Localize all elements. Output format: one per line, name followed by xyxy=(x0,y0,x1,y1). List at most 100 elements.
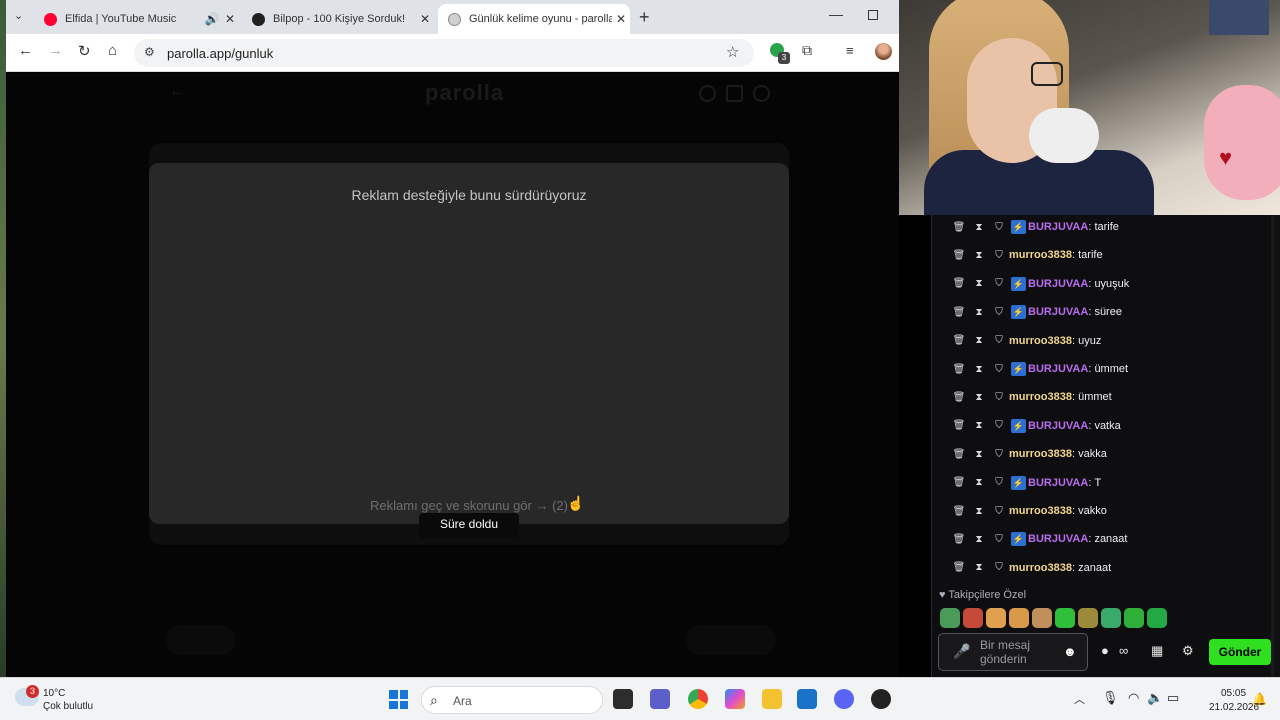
forward-arrow-icon[interactable]: → xyxy=(48,42,63,59)
weather-condition[interactable]: Çok bulutlu xyxy=(43,701,93,712)
timeout-hourglass-icon[interactable]: ⧗ xyxy=(969,477,989,488)
delete-icon[interactable]: 🗑 xyxy=(949,562,969,573)
timeout-hourglass-icon[interactable]: ⧗ xyxy=(969,506,989,517)
discord-icon[interactable] xyxy=(834,689,854,709)
chat-username[interactable]: murroo3838 xyxy=(1009,335,1072,347)
chat-scrollbar[interactable] xyxy=(1271,215,1274,677)
emoji-icon[interactable]: ☻ xyxy=(1063,644,1077,659)
taskbar-search[interactable]: ⌕ Ara xyxy=(421,686,603,714)
delete-icon[interactable]: 🗑 xyxy=(949,364,969,375)
emote-picker-icon[interactable]: ● xyxy=(1101,643,1109,658)
ban-shield-icon[interactable]: ⛉ xyxy=(989,307,1009,318)
copilot-icon[interactable] xyxy=(725,689,745,709)
chat-username[interactable]: BURJUVAA xyxy=(1028,533,1088,545)
tray-chevron-up-icon[interactable]: ︿ xyxy=(1074,691,1085,707)
settings-icon[interactable] xyxy=(753,85,770,102)
tab-youtube-music[interactable]: Elfida | YouTube Music 🔊 ✕ xyxy=(34,4,239,34)
gear-icon[interactable]: ⚙ xyxy=(1182,643,1194,659)
battery-icon[interactable]: ▭ xyxy=(1167,690,1179,706)
clock-time[interactable]: 05:05 xyxy=(1221,688,1246,699)
timeout-hourglass-icon[interactable]: ⧗ xyxy=(969,335,989,346)
site-info-icon[interactable]: ⚙ xyxy=(144,45,155,59)
ban-shield-icon[interactable]: ⛉ xyxy=(989,222,1009,233)
delete-icon[interactable]: 🗑 xyxy=(949,335,969,346)
chat-username[interactable]: murroo3838 xyxy=(1009,505,1072,517)
timeout-hourglass-icon[interactable]: ⧗ xyxy=(969,222,989,233)
maximize-icon[interactable] xyxy=(868,10,878,20)
chrome-icon[interactable] xyxy=(688,689,708,709)
notification-bell-icon[interactable]: 🔔 xyxy=(1252,692,1267,706)
file-explorer-icon[interactable] xyxy=(762,689,782,709)
store-icon[interactable] xyxy=(797,689,817,709)
ban-shield-icon[interactable]: ⛉ xyxy=(989,364,1009,375)
task-view-icon[interactable] xyxy=(613,689,633,709)
tab-bilpop[interactable]: Bilpop - 100 Kişiye Sorduk! ✕ xyxy=(242,4,434,34)
emote[interactable] xyxy=(940,608,960,628)
delete-icon[interactable]: 🗑 xyxy=(949,307,969,318)
ban-shield-icon[interactable]: ⛉ xyxy=(989,335,1009,346)
chat-username[interactable]: murroo3838 xyxy=(1009,562,1072,574)
timeout-hourglass-icon[interactable]: ⧗ xyxy=(969,250,989,261)
microphone-icon[interactable]: 🎤 xyxy=(953,643,970,660)
delete-icon[interactable]: 🗑 xyxy=(949,506,969,517)
ban-shield-icon[interactable]: ⛉ xyxy=(989,534,1009,545)
chat-username[interactable]: BURJUVAA xyxy=(1028,221,1088,233)
ban-shield-icon[interactable]: ⛉ xyxy=(989,562,1009,573)
timeout-hourglass-icon[interactable]: ⧗ xyxy=(969,562,989,573)
home-icon[interactable]: ⌂ xyxy=(108,42,117,59)
emote[interactable] xyxy=(1078,608,1098,628)
address-bar[interactable]: ⚙ parolla.app/gunluk ☆ xyxy=(134,39,754,67)
chat-username[interactable]: murroo3838 xyxy=(1009,391,1072,403)
bottom-left-button[interactable] xyxy=(166,625,236,655)
speaker-icon[interactable]: 🔊 xyxy=(203,12,221,26)
ban-shield-icon[interactable]: ⛉ xyxy=(989,392,1009,403)
delete-icon[interactable]: 🗑 xyxy=(949,449,969,460)
chat-username[interactable]: BURJUVAA xyxy=(1028,363,1088,375)
chat-username[interactable]: BURJUVAA xyxy=(1028,477,1088,489)
timeout-hourglass-icon[interactable]: ⧗ xyxy=(969,392,989,403)
timeout-hourglass-icon[interactable]: ⧗ xyxy=(969,307,989,318)
tab-search-chevron-icon[interactable]: ⌄ xyxy=(14,9,23,22)
delete-icon[interactable]: 🗑 xyxy=(949,392,969,403)
back-arrow-icon[interactable]: ← xyxy=(18,42,33,59)
emote[interactable] xyxy=(986,608,1006,628)
emote[interactable] xyxy=(1101,608,1121,628)
ban-shield-icon[interactable]: ⛉ xyxy=(989,420,1009,431)
ban-shield-icon[interactable]: ⛉ xyxy=(989,278,1009,289)
delete-icon[interactable]: 🗑 xyxy=(949,477,969,488)
emote[interactable] xyxy=(1124,608,1144,628)
infinity-icon[interactable]: ∞ xyxy=(1119,643,1128,658)
puzzle-extensions-icon[interactable]: ⧉ xyxy=(802,42,812,59)
info-icon[interactable] xyxy=(699,85,716,102)
timeout-hourglass-icon[interactable]: ⧗ xyxy=(969,364,989,375)
timeout-hourglass-icon[interactable]: ⧗ xyxy=(969,278,989,289)
chat-message-input[interactable]: 🎤 Bir mesaj gönderin ☻ xyxy=(938,633,1088,671)
url-text[interactable]: parolla.app/gunluk xyxy=(167,46,273,61)
chat-username[interactable]: BURJUVAA xyxy=(1028,306,1088,318)
timeout-hourglass-icon[interactable]: ⧗ xyxy=(969,534,989,545)
timeout-hourglass-icon[interactable]: ⧗ xyxy=(969,420,989,431)
emote[interactable] xyxy=(1032,608,1052,628)
store-icon[interactable]: ▦ xyxy=(1151,643,1163,659)
emote[interactable] xyxy=(1055,608,1075,628)
stats-icon[interactable] xyxy=(726,85,743,102)
volume-icon[interactable]: 🔈 xyxy=(1147,690,1163,706)
delete-icon[interactable]: 🗑 xyxy=(949,420,969,431)
game-app-icon[interactable] xyxy=(871,689,891,709)
reload-icon[interactable]: ↻ xyxy=(78,42,91,60)
chat-username[interactable]: murroo3838 xyxy=(1009,249,1072,261)
windows-start-icon[interactable] xyxy=(389,690,408,709)
chat-username[interactable]: murroo3838 xyxy=(1009,448,1072,460)
chat-username[interactable]: BURJUVAA xyxy=(1028,420,1088,432)
ban-shield-icon[interactable]: ⛉ xyxy=(989,506,1009,517)
bookmark-star-icon[interactable]: ☆ xyxy=(726,43,739,61)
close-tab-icon[interactable]: ✕ xyxy=(612,12,630,26)
tab-parolla-active[interactable]: Günlük kelime oyunu - parolla ✕ xyxy=(438,4,630,34)
media-control-icon[interactable]: ≡ xyxy=(846,43,854,58)
timeout-hourglass-icon[interactable]: ⧗ xyxy=(969,449,989,460)
minimize-icon[interactable]: — xyxy=(829,6,843,22)
page-back-arrow-icon[interactable]: ← xyxy=(169,83,185,101)
delete-icon[interactable]: 🗑 xyxy=(949,534,969,545)
send-button[interactable]: Gönder xyxy=(1209,639,1271,665)
chat-username[interactable]: BURJUVAA xyxy=(1028,278,1088,290)
